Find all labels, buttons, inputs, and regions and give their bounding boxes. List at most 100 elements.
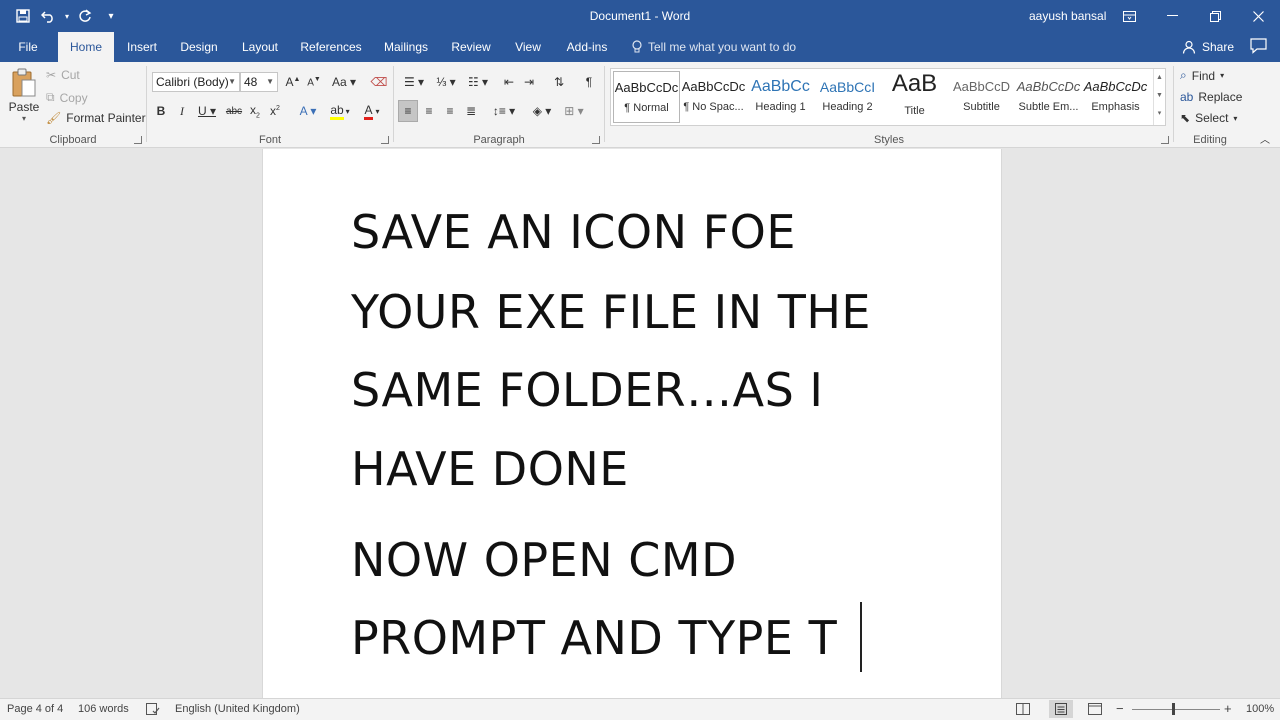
- read-mode-button[interactable]: [1016, 703, 1030, 718]
- align-center-button[interactable]: ≡: [419, 100, 439, 122]
- share-button[interactable]: Share: [1182, 32, 1234, 62]
- paste-button[interactable]: Paste ▾: [6, 66, 42, 130]
- tab-insert[interactable]: Insert: [120, 32, 164, 62]
- clipboard-launcher[interactable]: [134, 136, 142, 144]
- tab-add-ins[interactable]: Add-ins: [561, 32, 613, 62]
- chevron-up-icon[interactable]: ▲: [1154, 69, 1165, 87]
- styles-gallery-scroll[interactable]: ▲ ▼ ▾: [1153, 69, 1165, 125]
- align-left-button[interactable]: ≡: [398, 100, 418, 122]
- document-area[interactable]: SAVE AN ICON FOE YOUR EXE FILE IN THE SA…: [0, 149, 1280, 698]
- style-heading-2[interactable]: AaBbCcI Heading 2: [814, 71, 881, 123]
- highlight-button[interactable]: ab ▾: [325, 100, 355, 122]
- ribbon-tabs: File Home Insert Design Layout Reference…: [0, 32, 1280, 62]
- chevron-down-icon[interactable]: ▼: [1154, 87, 1165, 105]
- strikethrough-button[interactable]: abc: [225, 100, 243, 122]
- tab-view[interactable]: View: [508, 32, 548, 62]
- shrink-font-button[interactable]: A▼: [304, 71, 324, 93]
- tab-file[interactable]: File: [8, 32, 48, 62]
- more-styles-icon[interactable]: ▾: [1154, 105, 1165, 123]
- align-right-button[interactable]: ≡: [440, 100, 460, 122]
- multilevel-list-button[interactable]: ☷ ▾: [464, 71, 492, 93]
- font-color-button[interactable]: A ▾: [359, 100, 385, 122]
- zoom-level[interactable]: 100%: [1246, 703, 1274, 715]
- style-name: Title: [904, 105, 925, 117]
- user-name[interactable]: aayush bansal: [1029, 9, 1106, 23]
- font-launcher[interactable]: [381, 136, 389, 144]
- zoom-in-button[interactable]: +: [1224, 701, 1232, 716]
- language[interactable]: English (United Kingdom): [175, 703, 300, 715]
- minimize-button[interactable]: [1151, 0, 1194, 32]
- replace-button[interactable]: ab Replace: [1180, 90, 1242, 104]
- underline-button[interactable]: U ▾: [195, 100, 219, 122]
- proofing-icon[interactable]: [146, 703, 160, 718]
- tab-references[interactable]: References: [297, 32, 365, 62]
- tab-home[interactable]: Home: [58, 32, 114, 62]
- style-subtle-emphasis[interactable]: AaBbCcDc Subtle Em...: [1015, 71, 1082, 123]
- print-layout-button[interactable]: [1049, 700, 1073, 718]
- styles-launcher[interactable]: [1161, 136, 1169, 144]
- font-name-combo[interactable]: Calibri (Body) ▼: [152, 72, 240, 92]
- document-line[interactable]: NOW OPEN CMD: [351, 533, 737, 587]
- document-line[interactable]: HAVE DONE: [351, 442, 629, 496]
- restore-button[interactable]: [1194, 0, 1237, 32]
- format-painter-button[interactable]: 🖌 Format Painter: [46, 111, 146, 125]
- style-normal[interactable]: AaBbCcDc ¶ Normal: [613, 71, 680, 123]
- zoom-slider-track[interactable]: [1132, 709, 1220, 710]
- paintbrush-icon: 🖌: [46, 111, 62, 125]
- superscript-button[interactable]: x2: [267, 100, 283, 122]
- close-button[interactable]: [1237, 0, 1280, 32]
- increase-indent-button[interactable]: ⇥: [520, 71, 538, 93]
- document-line[interactable]: SAVE AN ICON FOE: [351, 205, 796, 259]
- comments-button[interactable]: [1250, 38, 1268, 54]
- style-title[interactable]: AaB Title: [881, 71, 948, 123]
- change-case-button[interactable]: Aa ▾: [331, 71, 357, 93]
- decrease-indent-button[interactable]: ⇤: [500, 71, 518, 93]
- web-layout-button[interactable]: [1088, 703, 1102, 718]
- ribbon-display-options-button[interactable]: [1108, 0, 1151, 32]
- tab-design[interactable]: Design: [175, 32, 223, 62]
- justify-button[interactable]: ≣: [461, 100, 481, 122]
- clear-formatting-button[interactable]: ⌫: [369, 71, 389, 93]
- tell-me-search[interactable]: Tell me what you want to do: [632, 32, 796, 62]
- borders-button[interactable]: ⊞ ▾: [560, 100, 588, 122]
- bullets-button[interactable]: ☰ ▾: [400, 71, 428, 93]
- document-line[interactable]: PROMPT AND TYPE T: [351, 611, 837, 665]
- search-icon: ⌕: [1180, 68, 1187, 82]
- show-formatting-button[interactable]: ¶: [580, 71, 598, 93]
- style-subtitle[interactable]: AaBbCcD Subtitle: [948, 71, 1015, 123]
- tab-layout[interactable]: Layout: [236, 32, 284, 62]
- page-count[interactable]: Page 4 of 4: [7, 703, 63, 715]
- select-button[interactable]: ⬉ Select ▾: [1180, 111, 1237, 125]
- bullets-icon: ☰ ▾: [403, 75, 425, 89]
- sort-button[interactable]: ⇅: [550, 71, 568, 93]
- style-no-spacing[interactable]: AaBbCcDc ¶ No Spac...: [680, 71, 747, 123]
- cut-button[interactable]: ✂ Cut: [46, 68, 80, 82]
- chevron-down-icon: ▾: [1220, 71, 1225, 80]
- shading-button[interactable]: ◈ ▾: [528, 100, 556, 122]
- zoom-slider-thumb[interactable]: [1172, 703, 1175, 715]
- tab-review[interactable]: Review: [447, 32, 495, 62]
- bold-button[interactable]: B: [153, 100, 169, 122]
- find-button[interactable]: ⌕ Find ▾: [1180, 68, 1224, 83]
- paste-icon: [11, 68, 37, 98]
- line-spacing-button[interactable]: ↕≡ ▾: [490, 100, 518, 122]
- text-effects-button[interactable]: A ▾: [295, 100, 321, 122]
- italic-button[interactable]: I: [174, 100, 190, 122]
- find-label: Find: [1191, 68, 1216, 83]
- styles-group-label: Styles: [874, 134, 904, 146]
- document-line[interactable]: SAME FOLDER…AS I: [351, 363, 824, 417]
- grow-font-button[interactable]: A▲: [283, 71, 303, 93]
- style-emphasis[interactable]: AaBbCcDc Emphasis: [1082, 71, 1149, 123]
- tab-mailings[interactable]: Mailings: [378, 32, 434, 62]
- word-count[interactable]: 106 words: [78, 703, 129, 715]
- paragraph-launcher[interactable]: [592, 136, 600, 144]
- style-heading-1[interactable]: AaBbCc Heading 1: [747, 71, 814, 123]
- font-size-combo[interactable]: 48 ▼: [240, 72, 278, 92]
- numbering-button[interactable]: ⅓ ▾: [432, 71, 460, 93]
- subscript-button[interactable]: x2: [247, 100, 263, 122]
- collapse-ribbon-button[interactable]: ︿: [1258, 132, 1272, 146]
- copy-button[interactable]: ⧉ Copy: [46, 90, 88, 105]
- document-page[interactable]: SAVE AN ICON FOE YOUR EXE FILE IN THE SA…: [262, 149, 1002, 698]
- zoom-out-button[interactable]: −: [1116, 701, 1124, 716]
- document-line[interactable]: YOUR EXE FILE IN THE: [351, 285, 871, 339]
